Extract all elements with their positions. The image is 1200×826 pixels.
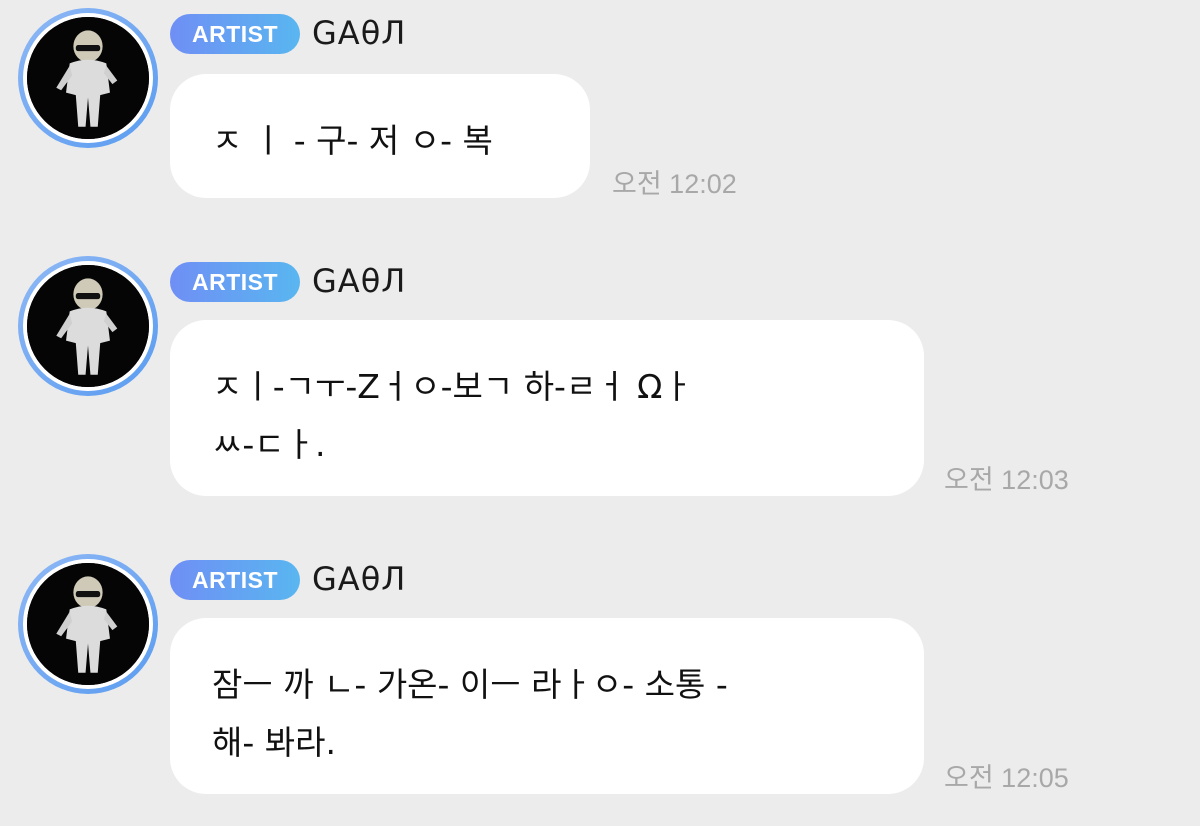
avatar[interactable] (18, 554, 158, 694)
sender-name[interactable]: GAθЛ (312, 558, 406, 600)
chat-message: ARTIST GAθЛ ㅈ ㅣ - 구- 저 ㅇ- 복 오전 12:02 (0, 8, 1200, 208)
chat-message: ARTIST GAθЛ ㅈㅣ-ㄱㅜ-Zㅓㅇ-보ㄱ 하-ㄹㅓ Ωㅏ ㅆ-ㄷㅏ. 오… (0, 256, 1200, 506)
message-bubble[interactable]: 잠ㅡ 까 ㄴ- 가온- 이ㅡ 라ㅏㅇ- 소통 - 해- 봐라. (170, 618, 924, 794)
message-time: 오전 12:03 (944, 465, 1069, 495)
chat-message: ARTIST GAθЛ 잠ㅡ 까 ㄴ- 가온- 이ㅡ 라ㅏㅇ- 소통 - 해- … (0, 554, 1200, 804)
artist-badge: ARTIST (170, 560, 300, 600)
person-photo-icon (27, 17, 149, 139)
artist-badge: ARTIST (170, 262, 300, 302)
person-photo-icon (27, 265, 149, 387)
sender-name[interactable]: GAθЛ (312, 12, 406, 54)
person-photo-icon (27, 563, 149, 685)
sender-name[interactable]: GAθЛ (312, 260, 406, 302)
avatar[interactable] (18, 256, 158, 396)
avatar[interactable] (18, 8, 158, 148)
message-bubble[interactable]: ㅈㅣ-ㄱㅜ-Zㅓㅇ-보ㄱ 하-ㄹㅓ Ωㅏ ㅆ-ㄷㅏ. (170, 320, 924, 496)
message-bubble[interactable]: ㅈ ㅣ - 구- 저 ㅇ- 복 (170, 74, 590, 198)
message-time: 오전 12:02 (612, 169, 737, 199)
artist-badge: ARTIST (170, 14, 300, 54)
message-time: 오전 12:05 (944, 763, 1069, 793)
